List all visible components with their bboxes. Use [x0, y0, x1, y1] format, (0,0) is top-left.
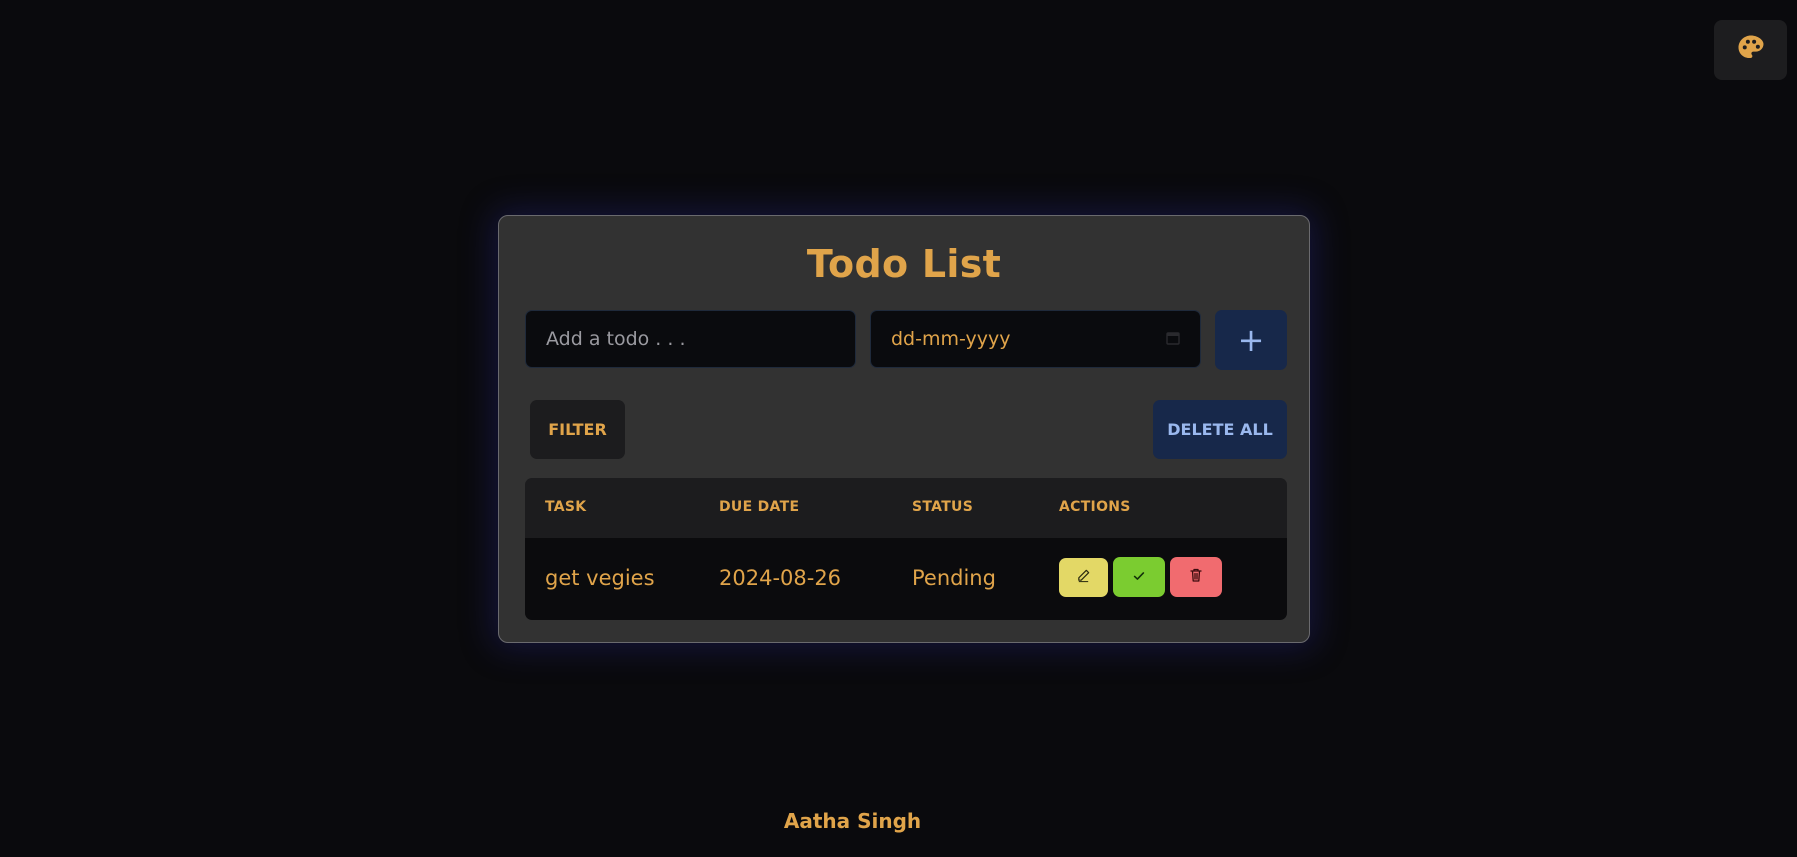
header-due-date: DUE DATE	[719, 499, 800, 515]
todo-table: TASK DUE DATE STATUS ACTIONS get vegies …	[525, 478, 1287, 620]
plus-icon: +	[1237, 321, 1265, 359]
delete-all-button[interactable]: DELETE ALL	[1153, 400, 1287, 459]
theme-toggle-button[interactable]	[1714, 20, 1787, 80]
filter-button[interactable]: FILTER	[530, 400, 625, 459]
trash-icon	[1188, 567, 1204, 587]
task-cell: get vegies	[545, 566, 655, 590]
due-date-cell: 2024-08-26	[719, 566, 842, 590]
calendar-icon[interactable]	[1166, 328, 1180, 350]
todo-input-placeholder: Add a todo . . .	[546, 328, 686, 350]
todo-input[interactable]: Add a todo . . .	[525, 310, 856, 368]
header-status: STATUS	[912, 499, 974, 515]
edit-button[interactable]	[1059, 558, 1108, 597]
header-actions: ACTIONS	[1059, 499, 1131, 515]
add-todo-button[interactable]: +	[1215, 310, 1287, 370]
todo-card: Todo List Add a todo . . . dd-mm-yyyy + …	[498, 215, 1310, 643]
edit-icon	[1076, 568, 1091, 587]
complete-button[interactable]	[1113, 557, 1165, 597]
palette-icon	[1736, 33, 1766, 67]
table-header: TASK DUE DATE STATUS ACTIONS	[525, 478, 1287, 538]
page-title: Todo List	[806, 242, 1002, 286]
header-task: TASK	[545, 499, 587, 515]
check-icon	[1132, 568, 1146, 587]
due-date-input[interactable]: dd-mm-yyyy	[870, 310, 1201, 368]
delete-button[interactable]	[1170, 557, 1222, 597]
due-date-placeholder: dd-mm-yyyy	[891, 328, 1011, 350]
status-cell: Pending	[912, 566, 996, 590]
table-row: get vegies 2024-08-26 Pending	[525, 538, 1287, 620]
footer-author: Aatha Singh	[783, 809, 922, 833]
